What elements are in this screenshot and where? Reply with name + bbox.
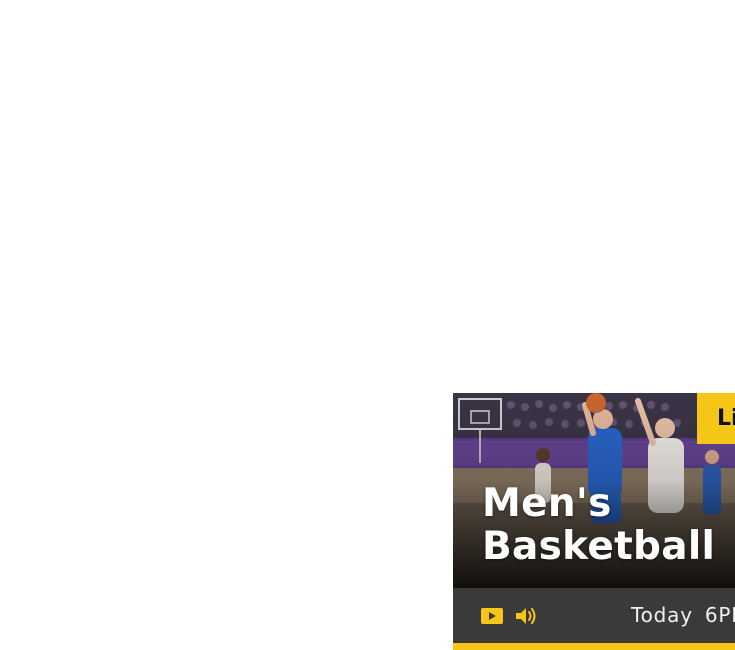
speaker-volume-icon[interactable] <box>514 605 538 627</box>
event-title-line-2: Basketball <box>482 524 716 569</box>
event-title-line-1: Men's <box>482 481 612 526</box>
event-card[interactable]: Li Men's Basketball Today 6PM <box>453 393 735 650</box>
video-play-icon[interactable] <box>480 605 504 627</box>
event-day: Today <box>631 603 693 627</box>
media-bar: Today 6PM <box>453 588 735 643</box>
accent-strip <box>453 643 735 650</box>
event-title[interactable]: Men's Basketball <box>482 482 715 568</box>
page-canvas: Li Men's Basketball Today 6PM <box>0 0 735 650</box>
live-badge: Li <box>697 393 735 444</box>
event-time: 6PM <box>704 603 735 627</box>
event-datetime: Today 6PM <box>631 588 735 643</box>
